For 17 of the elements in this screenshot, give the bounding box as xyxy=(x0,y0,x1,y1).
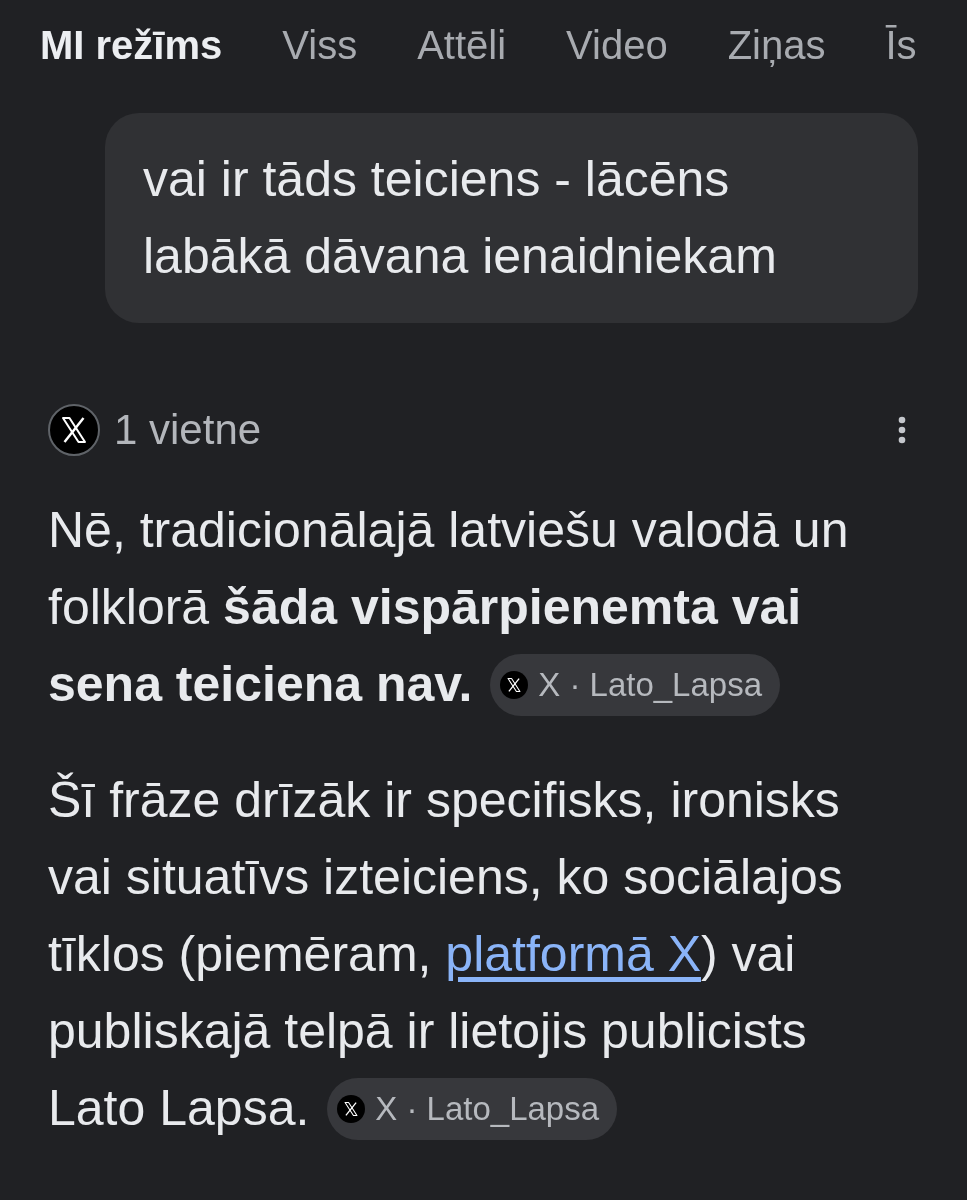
x-logo-icon xyxy=(48,404,100,456)
answer-text: Šī frāze drīzāk ir specifisks, ironisks vai situatīvs izteiciens, ko sociālajos tīklos (piemēram, platformā X) vai publiskajā telpā ir lietojis publicists Lato Lapsa. X · Lato_Lapsa xyxy=(48,762,883,1147)
sources-button[interactable]: 1 vietne xyxy=(48,404,262,456)
tab[interactable]: Ziņas xyxy=(727,22,826,68)
answer-text: Nē, tradicionālajā latviešu valodā un folklorā šāda vispārpienemta vai sena teiciena nav. X · Lato_Lapsa xyxy=(48,492,883,723)
tab[interactable]: Īs xyxy=(885,22,917,68)
tab[interactable]: Attēli xyxy=(417,22,507,68)
x-logo-icon xyxy=(337,1094,366,1123)
more-vertical-icon xyxy=(897,415,907,445)
query-bubble: vai ir tāds teiciens - lācēns labākā dāvana ienaidniekam xyxy=(105,113,918,323)
tab[interactable]: Video xyxy=(566,22,668,68)
source-chip[interactable]: X · Lato_Lapsa xyxy=(490,653,781,716)
tab[interactable]: MI režīms xyxy=(40,22,223,68)
link[interactable]: platformā X xyxy=(445,926,701,982)
x-logo-icon xyxy=(500,670,529,699)
source-chip[interactable]: X · Lato_Lapsa xyxy=(327,1077,618,1140)
tab[interactable]: Viss xyxy=(282,22,358,68)
